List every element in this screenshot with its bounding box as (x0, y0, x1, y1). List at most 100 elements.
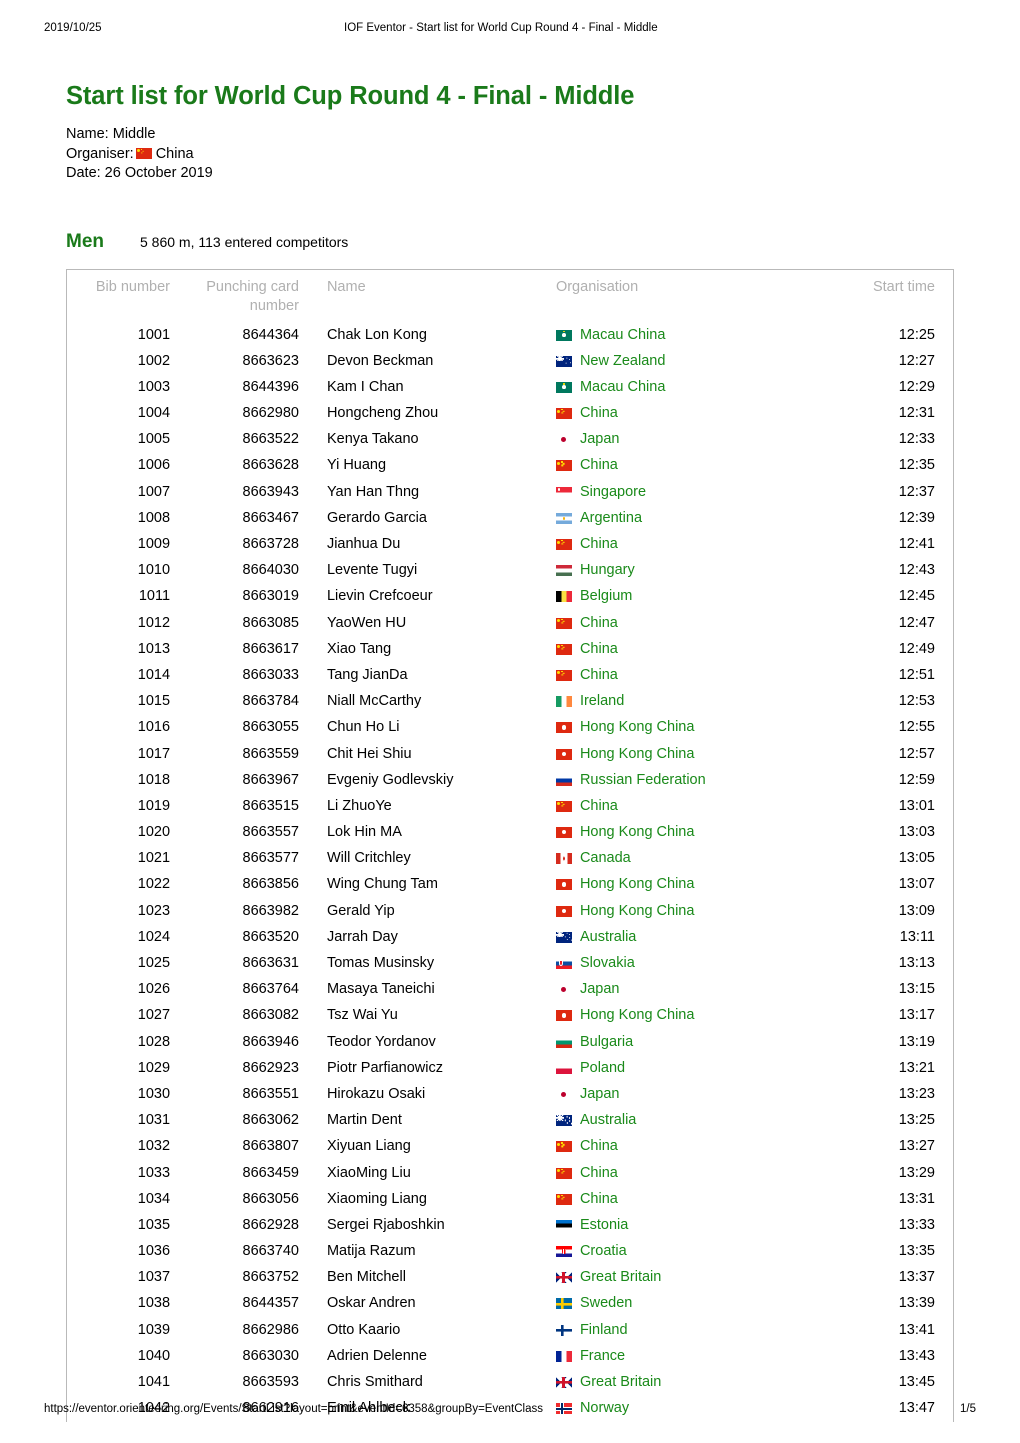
column-header-organisation: Organisation (555, 278, 639, 295)
organisation-link[interactable]: China (580, 457, 618, 474)
cell-start-time: 13:21 (898, 1059, 935, 1076)
table-row: 1001 8644364 Chak Lon Kong Macau China 12:25 (67, 322, 954, 348)
china-flag-icon (555, 643, 572, 655)
table-row: 1004 8662980 Hongcheng Zhou China 12:31 (67, 400, 954, 426)
organisation-link[interactable]: France (580, 1348, 625, 1365)
organisation-link[interactable]: Japan (580, 981, 620, 998)
column-header-start-time: Start time (872, 278, 935, 295)
table-row: 1021 8663577 Will Critchley Canada 13:05 (67, 846, 954, 872)
cell-organisation: Croatia (555, 1238, 846, 1264)
organisation-link[interactable]: China (580, 615, 618, 632)
organisation-cell: China (555, 667, 846, 684)
cell-bib-number: 1018 (137, 771, 171, 788)
hongkong-flag-icon (555, 748, 572, 760)
organisation-link[interactable]: Australia (580, 1112, 636, 1129)
organisation-link[interactable]: China (580, 1138, 618, 1155)
organisation-link[interactable]: Hong Kong China (580, 746, 694, 763)
organisation-link[interactable]: Hungary (580, 562, 635, 579)
organisation-link[interactable]: Hong Kong China (580, 903, 694, 920)
organisation-link[interactable]: Poland (580, 1060, 625, 1077)
organisation-link[interactable]: Ireland (580, 693, 624, 710)
cell-bib-number: 1008 (137, 509, 171, 526)
cell-bib-number: 1034 (137, 1190, 171, 1207)
organisation-link[interactable]: Hong Kong China (580, 719, 694, 736)
table-row: 1008 8663467 Gerardo Garcia Argentina 12:39 (67, 505, 954, 531)
organisation-link[interactable]: Singapore (580, 484, 646, 501)
cell-organisation: New Zealand (555, 348, 846, 374)
organisation-link[interactable]: China (580, 536, 618, 553)
cell-competitor-name: Teodor Yordanov (326, 1033, 436, 1050)
hongkong-flag-icon (555, 722, 572, 734)
organisation-link[interactable]: Finland (580, 1322, 628, 1339)
organisation-link[interactable]: China (580, 798, 618, 815)
cell-punching-card-number: 8663522 (242, 431, 299, 448)
slovakia-flag-icon (555, 958, 572, 970)
cell-organisation: Finland (555, 1317, 846, 1343)
organisation-link[interactable]: Macau China (580, 327, 665, 344)
table-row: 1033 8663459 XiaoMing Liu China 13:29 (67, 1160, 954, 1186)
organisation-link[interactable]: Japan (580, 431, 620, 448)
cell-bib-number: 1037 (137, 1269, 171, 1286)
cell-competitor-name: Piotr Parfianowicz (326, 1059, 443, 1076)
cell-bib-number: 1031 (137, 1112, 171, 1129)
organisation-cell: Hong Kong China (555, 1007, 846, 1024)
cell-punching-card-number: 8663623 (242, 352, 299, 369)
organisation-link[interactable]: Argentina (580, 510, 642, 527)
cell-competitor-name: Adrien Delenne (326, 1347, 427, 1364)
organisation-link[interactable]: China (580, 641, 618, 658)
organisation-cell: Hong Kong China (555, 876, 846, 893)
organisation-link[interactable]: Canada (580, 850, 631, 867)
cell-competitor-name: Xiaoming Liang (326, 1190, 427, 1207)
organisation-link[interactable]: Great Britain (580, 1374, 661, 1391)
table-header-row: Bib number Punching card number Name Org… (67, 269, 954, 322)
cell-competitor-name: Tomas Musinsky (326, 955, 435, 972)
organisation-link[interactable]: Croatia (580, 1243, 627, 1260)
cell-organisation: Poland (555, 1055, 846, 1081)
page-title: Start list for World Cup Round 4 - Final… (66, 82, 635, 110)
organisation-link[interactable]: Estonia (580, 1217, 628, 1234)
table-body: 1001 8644364 Chak Lon Kong Macau China 12:25… (67, 322, 954, 1422)
table-row: 1026 8663764 Masaya Taneichi Japan 13:15 (67, 977, 954, 1003)
cell-bib-number: 1017 (137, 745, 171, 762)
organisation-link[interactable]: Sweden (580, 1295, 632, 1312)
organisation-link[interactable]: Australia (580, 929, 636, 946)
organisation-link[interactable]: China (580, 1191, 618, 1208)
organisation-link[interactable]: Great Britain (580, 1269, 661, 1286)
organisation-link[interactable]: Hong Kong China (580, 824, 694, 841)
organisation-cell: Australia (555, 929, 846, 946)
organisation-link[interactable]: Russian Federation (580, 772, 706, 789)
cell-competitor-name: Oskar Andren (326, 1295, 416, 1312)
organisation-link[interactable]: Slovakia (580, 955, 635, 972)
macau-flag-icon (555, 329, 572, 341)
japan-flag-icon (556, 984, 572, 995)
cell-start-time: 13:35 (898, 1243, 935, 1260)
organisation-link[interactable]: Hong Kong China (580, 1007, 694, 1024)
cell-start-time: 12:31 (898, 405, 935, 422)
organisation-link[interactable]: Macau China (580, 379, 665, 396)
organisation-link[interactable]: China (580, 405, 618, 422)
organisation-link[interactable]: Japan (580, 1086, 620, 1103)
organisation-cell: Great Britain (555, 1374, 846, 1391)
organisation-link[interactable]: Hong Kong China (580, 876, 694, 893)
organisation-link[interactable]: Belgium (580, 588, 632, 605)
organisation-link[interactable]: New Zealand (580, 353, 665, 370)
cell-competitor-name: Chun Ho Li (326, 719, 400, 736)
organisation-cell: China (555, 615, 846, 632)
cell-bib-number: 1004 (137, 405, 171, 422)
russia-flag-icon (555, 774, 572, 786)
table-row: 1040 8663030 Adrien Delenne France 13:43 (67, 1343, 954, 1369)
cell-punching-card-number: 8663085 (242, 614, 299, 631)
cell-organisation: Sweden (555, 1291, 846, 1317)
table-row: 1006 8663628 Yi Huang China 12:35 (67, 453, 954, 479)
cell-organisation: Slovakia (555, 950, 846, 976)
hungary-flag-icon (555, 565, 572, 577)
organisation-cell: Russian Federation (555, 772, 846, 789)
organisation-link[interactable]: China (580, 1165, 618, 1182)
table-row: 1030 8663551 Hirokazu Osaki Japan 13:23 (67, 1081, 954, 1107)
organisation-cell: Japan (556, 431, 846, 448)
organisation-link[interactable]: China (580, 667, 618, 684)
organisation-cell: China (555, 798, 846, 815)
organisation-cell: Croatia (555, 1243, 846, 1260)
cell-punching-card-number: 8663752 (242, 1269, 299, 1286)
organisation-link[interactable]: Bulgaria (580, 1034, 633, 1051)
